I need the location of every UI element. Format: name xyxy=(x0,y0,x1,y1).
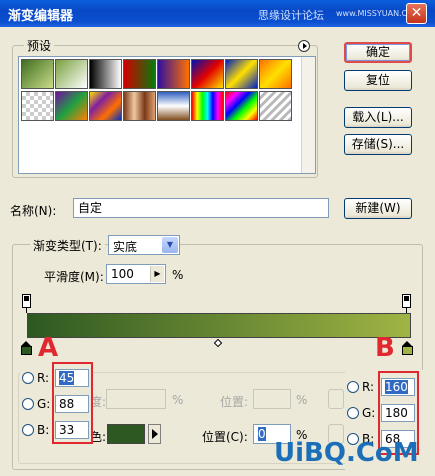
smoothness-input[interactable]: 100 ▶ xyxy=(106,264,166,284)
opacity-delete-button xyxy=(328,389,344,409)
name-input[interactable]: 自定 xyxy=(73,198,329,218)
preset-swatch-transparent-rainbow[interactable] xyxy=(225,91,258,121)
save-button[interactable]: 存储(S)... xyxy=(344,134,412,155)
site-logo: UiBQ.CoM xyxy=(274,438,419,468)
preset-swatch-violet-green-orange[interactable] xyxy=(55,91,88,121)
g-label-a: G: xyxy=(37,397,51,411)
preset-swatch-violet-orange[interactable] xyxy=(157,59,190,89)
preset-swatch-yellow-violet-orange-blue[interactable] xyxy=(89,91,122,121)
b-label-a: B: xyxy=(37,423,50,437)
ok-button[interactable]: 确定 xyxy=(344,42,412,63)
g-radio-a[interactable] xyxy=(22,398,34,410)
color-location-value: 0 xyxy=(258,427,266,441)
chevron-down-icon: ▼ xyxy=(162,237,178,253)
reset-button[interactable]: 复位 xyxy=(344,70,412,91)
color-stop-left-color xyxy=(21,346,32,355)
opacity-location-input xyxy=(253,389,291,409)
window-title: 渐变编辑器 xyxy=(8,9,74,24)
b-radio-a[interactable] xyxy=(22,424,34,436)
gradient-type-value: 实底 xyxy=(113,240,138,254)
preset-swatch-transparent-stripes[interactable] xyxy=(259,91,292,121)
preset-swatch-fg-to-bg[interactable] xyxy=(21,59,54,89)
presets-label: 预设 xyxy=(24,37,55,54)
preset-swatch-orange-yellow-orange[interactable] xyxy=(259,59,292,89)
preset-swatch-chrome[interactable] xyxy=(157,91,190,121)
r-label-a: R: xyxy=(37,371,50,385)
preset-swatch-transparent-empty[interactable] xyxy=(21,91,54,121)
gradient-preview-bar[interactable] xyxy=(27,313,411,338)
color-stop-right[interactable] xyxy=(402,341,413,355)
presets-list xyxy=(18,56,316,174)
opacity-stop-left[interactable] xyxy=(22,294,31,308)
opacity-stop-right[interactable] xyxy=(402,294,411,308)
annotation-box-a xyxy=(52,362,93,444)
name-label: 名称(N): xyxy=(10,204,57,218)
smoothness-label: 平滑度(M): xyxy=(44,270,104,284)
opacity-percent: % xyxy=(172,393,184,407)
color-location-label: 位置(C): xyxy=(202,430,248,444)
preset-swatch-blue-red-yellow[interactable] xyxy=(191,59,224,89)
r-radio-b[interactable] xyxy=(347,381,359,393)
preset-swatch-spectrum[interactable] xyxy=(191,91,224,121)
preset-swatch-red-green[interactable] xyxy=(123,59,156,89)
opacity-location-percent: % xyxy=(296,393,308,407)
g-label-b: G: xyxy=(362,406,376,420)
gradient-type-select[interactable]: 实底 ▼ xyxy=(108,235,180,255)
smoothness-arrow-icon[interactable]: ▶ xyxy=(150,266,164,282)
smoothness-value: 100 xyxy=(111,267,134,281)
annotation-b: B xyxy=(375,333,395,363)
new-button[interactable]: 新建(W) xyxy=(344,198,412,219)
preset-swatch-blue-yellow-blue[interactable] xyxy=(225,59,258,89)
presets-scrollbar[interactable] xyxy=(301,57,315,173)
preset-swatch-fg-to-transparent[interactable] xyxy=(55,59,88,89)
presets-menu-icon[interactable] xyxy=(298,40,310,52)
annotation-a: A xyxy=(38,333,59,363)
stop-color-menu-arrow[interactable] xyxy=(148,424,161,444)
title-bar: 渐变编辑器 思缘设计论坛 www.MISSYUAN.COM ✕ xyxy=(0,0,435,27)
stop-color-swatch[interactable] xyxy=(107,424,145,444)
load-button[interactable]: 载入(L)... xyxy=(344,107,412,128)
preset-swatch-black-white[interactable] xyxy=(89,59,122,89)
color-stop-right-color xyxy=(402,346,413,355)
r-label-b: R: xyxy=(362,380,375,394)
color-stop-left[interactable] xyxy=(21,341,32,355)
opacity-input xyxy=(106,389,166,409)
g-radio-b[interactable] xyxy=(347,407,359,419)
close-button[interactable]: ✕ xyxy=(406,3,427,24)
opacity-location-label: 位置: xyxy=(220,395,249,409)
smoothness-percent: % xyxy=(172,268,184,282)
watermark-text: 思缘设计论坛 xyxy=(258,9,324,22)
gradient-type-label: 渐变类型(T): xyxy=(30,237,105,254)
r-radio-a[interactable] xyxy=(22,372,34,384)
preset-swatch-copper[interactable] xyxy=(123,91,156,121)
